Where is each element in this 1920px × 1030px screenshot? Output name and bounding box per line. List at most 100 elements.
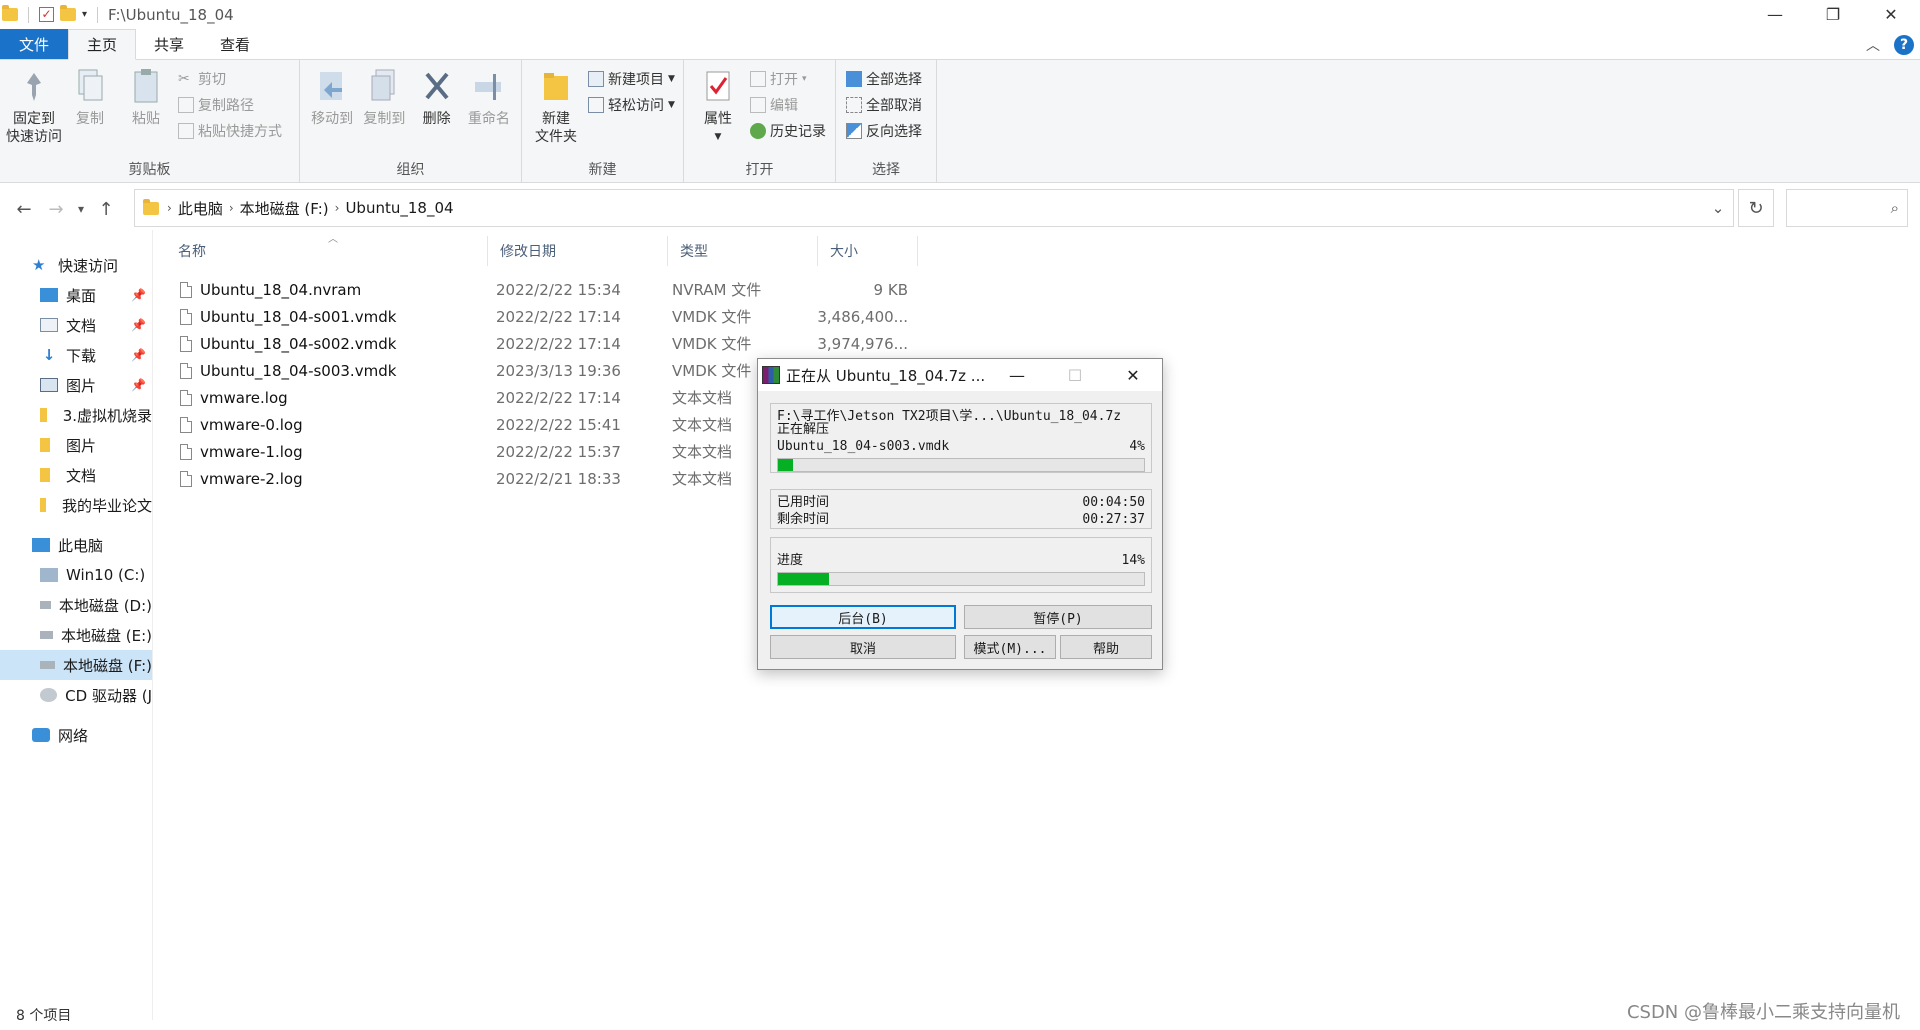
sidebar-item-pictures-2[interactable]: 图片 bbox=[0, 430, 152, 460]
maximize-button[interactable]: ❐ bbox=[1804, 0, 1862, 29]
total-percent: 14% bbox=[1121, 553, 1145, 568]
sidebar-label: 文档 bbox=[66, 316, 97, 335]
title-bar: ✓ ▾ F:\Ubuntu_18_04 — ❐ ✕ bbox=[0, 0, 1920, 29]
file-icon bbox=[180, 362, 192, 379]
customize-quick-access-icon[interactable]: ▾ bbox=[82, 9, 87, 20]
invert-selection-button[interactable]: 反向选择 bbox=[846, 120, 922, 142]
column-header-date[interactable]: 修改日期 bbox=[488, 236, 668, 266]
select-all-icon bbox=[846, 71, 862, 87]
paste-icon bbox=[128, 66, 164, 106]
new-folder-label: 新建 文件夹 bbox=[535, 111, 577, 145]
tab-view[interactable]: 查看 bbox=[202, 29, 268, 59]
sidebar-item-downloads[interactable]: ↓ 下载 📌 bbox=[0, 340, 152, 370]
column-header-name[interactable]: 名称 bbox=[166, 236, 488, 266]
sidebar-item-quick-access[interactable]: ★ 快速访问 bbox=[0, 250, 152, 280]
file-row[interactable]: Ubuntu_18_04-s001.vmdk 2022/2/22 17:14 VMD… bbox=[166, 303, 908, 330]
open-button[interactable]: 打开 ▾ bbox=[750, 68, 826, 90]
sidebar-item-drive-f[interactable]: 本地磁盘 (F:) bbox=[0, 650, 152, 680]
edit-button[interactable]: 编辑 bbox=[750, 94, 826, 116]
sidebar-item-pictures[interactable]: 图片 📌 bbox=[0, 370, 152, 400]
cut-button[interactable]: ✂ 剪切 bbox=[178, 68, 282, 90]
address-bar[interactable]: › 此电脑 › 本地磁盘 (F:) › Ubuntu_18_04 ⌄ bbox=[134, 189, 1734, 227]
breadcrumb-separator-icon[interactable]: › bbox=[229, 201, 234, 215]
folder-icon bbox=[40, 408, 47, 422]
sidebar-item-drive-d[interactable]: 本地磁盘 (D:) bbox=[0, 590, 152, 620]
minimize-button[interactable]: — bbox=[1746, 0, 1804, 29]
pin-icon[interactable]: 📌 bbox=[131, 288, 146, 302]
search-input[interactable]: ⌕ bbox=[1786, 189, 1908, 227]
pin-icon[interactable]: 📌 bbox=[131, 318, 146, 332]
dialog-title-bar: 正在从 Ubuntu_18_04.7z ... — ☐ ✕ bbox=[758, 359, 1162, 391]
pane-divider[interactable] bbox=[152, 230, 153, 1020]
sidebar-item-drive-e[interactable]: 本地磁盘 (E:) bbox=[0, 620, 152, 650]
sidebar-item-vm-flash[interactable]: 3.虚拟机烧录 bbox=[0, 400, 152, 430]
back-icon[interactable]: ← bbox=[10, 199, 38, 220]
pictures-icon bbox=[40, 378, 58, 392]
group-organize: 移动到 复制到 删除 重命名 组织 bbox=[300, 60, 522, 183]
sidebar-item-this-pc[interactable]: 此电脑 bbox=[0, 530, 152, 560]
action-text: 正在解压 bbox=[777, 422, 830, 437]
breadcrumb-separator-icon[interactable]: › bbox=[167, 201, 172, 215]
select-all-button[interactable]: 全部选择 bbox=[846, 68, 922, 90]
dialog-close-button[interactable]: ✕ bbox=[1104, 359, 1162, 391]
sidebar-item-documents-2[interactable]: 文档 bbox=[0, 460, 152, 490]
breadcrumb-drive-f[interactable]: 本地磁盘 (F:) bbox=[240, 198, 329, 219]
new-item-label: 新建项目 bbox=[608, 72, 664, 88]
sidebar-item-thesis[interactable]: 我的毕业论文 bbox=[0, 490, 152, 520]
dropdown-arrow-icon: ▼ bbox=[668, 74, 675, 84]
invert-selection-icon bbox=[846, 123, 862, 139]
pin-icon bbox=[16, 66, 52, 106]
file-row[interactable]: Ubuntu_18_04-s002.vmdk 2022/2/22 17:14 VMD… bbox=[166, 330, 908, 357]
close-button[interactable]: ✕ bbox=[1862, 0, 1920, 29]
column-header-type[interactable]: 类型 bbox=[668, 236, 818, 266]
mode-button[interactable]: 模式(M)... bbox=[964, 635, 1056, 659]
sidebar-item-documents[interactable]: 文档 📌 bbox=[0, 310, 152, 340]
group-label-new: 新建 bbox=[588, 162, 617, 178]
sidebar-item-drive-c[interactable]: Win10 (C:) bbox=[0, 560, 152, 590]
recent-locations-icon[interactable]: ▾ bbox=[74, 202, 88, 216]
column-header-size[interactable]: 大小 bbox=[818, 236, 918, 266]
pause-button[interactable]: 暂停(P) bbox=[964, 605, 1152, 629]
up-icon[interactable]: ↑ bbox=[92, 199, 120, 220]
refresh-icon[interactable]: ↻ bbox=[1738, 189, 1774, 227]
new-item-button[interactable]: 新建项目 ▼ bbox=[588, 68, 675, 90]
history-button[interactable]: 历史记录 bbox=[750, 120, 826, 142]
cancel-button[interactable]: 取消 bbox=[770, 635, 956, 659]
dialog-maximize-button[interactable]: ☐ bbox=[1046, 359, 1104, 391]
tab-share[interactable]: 共享 bbox=[136, 29, 202, 59]
breadcrumb-this-pc[interactable]: 此电脑 bbox=[178, 198, 223, 219]
new-folder-quick-icon[interactable] bbox=[60, 5, 76, 21]
tab-home[interactable]: 主页 bbox=[68, 29, 137, 60]
copy-path-button[interactable]: 复制路径 bbox=[178, 94, 282, 116]
tab-file[interactable]: 文件 bbox=[0, 29, 68, 59]
paste-shortcut-button[interactable]: 粘贴快捷方式 bbox=[178, 120, 282, 142]
folder-icon bbox=[40, 468, 50, 482]
sidebar-item-desktop[interactable]: 桌面 📌 bbox=[0, 280, 152, 310]
select-none-button[interactable]: 全部取消 bbox=[846, 94, 922, 116]
dialog-minimize-button[interactable]: — bbox=[988, 359, 1046, 391]
sidebar-item-network[interactable]: 网络 bbox=[0, 720, 152, 750]
elapsed-label: 已用时间 bbox=[777, 495, 830, 510]
breadcrumb-current-folder[interactable]: Ubuntu_18_04 bbox=[345, 199, 453, 217]
elapsed-time: 00:04:50 bbox=[1082, 495, 1145, 510]
address-dropdown-icon[interactable]: ⌄ bbox=[1703, 190, 1733, 226]
copy-icon bbox=[72, 66, 108, 106]
collapse-ribbon-icon[interactable]: ︿ bbox=[1866, 35, 1880, 55]
easy-access-button[interactable]: 轻松访问 ▼ bbox=[588, 94, 675, 116]
breadcrumb-separator-icon[interactable]: › bbox=[335, 201, 340, 215]
forward-icon[interactable]: → bbox=[42, 199, 70, 220]
winrar-icon bbox=[762, 366, 780, 384]
properties-quick-icon[interactable]: ✓ bbox=[39, 7, 54, 22]
new-folder-icon bbox=[538, 66, 574, 106]
search-icon: ⌕ bbox=[1890, 199, 1899, 217]
sidebar-item-cd-drive[interactable]: CD 驱动器 (J bbox=[0, 680, 152, 710]
help-button[interactable]: 帮助 bbox=[1060, 635, 1152, 659]
file-row[interactable]: Ubuntu_18_04.nvram 2022/2/22 15:34 NVRAM 文… bbox=[166, 276, 908, 303]
pin-icon[interactable]: 📌 bbox=[131, 378, 146, 392]
pin-icon[interactable]: 📌 bbox=[131, 348, 146, 362]
background-button[interactable]: 后台(B) bbox=[770, 605, 956, 629]
select-none-label: 全部取消 bbox=[866, 98, 922, 114]
help-icon[interactable]: ? bbox=[1894, 35, 1914, 55]
dropdown-arrow-icon: ▼ bbox=[714, 132, 722, 142]
file-type: VMDK 文件 bbox=[672, 308, 752, 326]
